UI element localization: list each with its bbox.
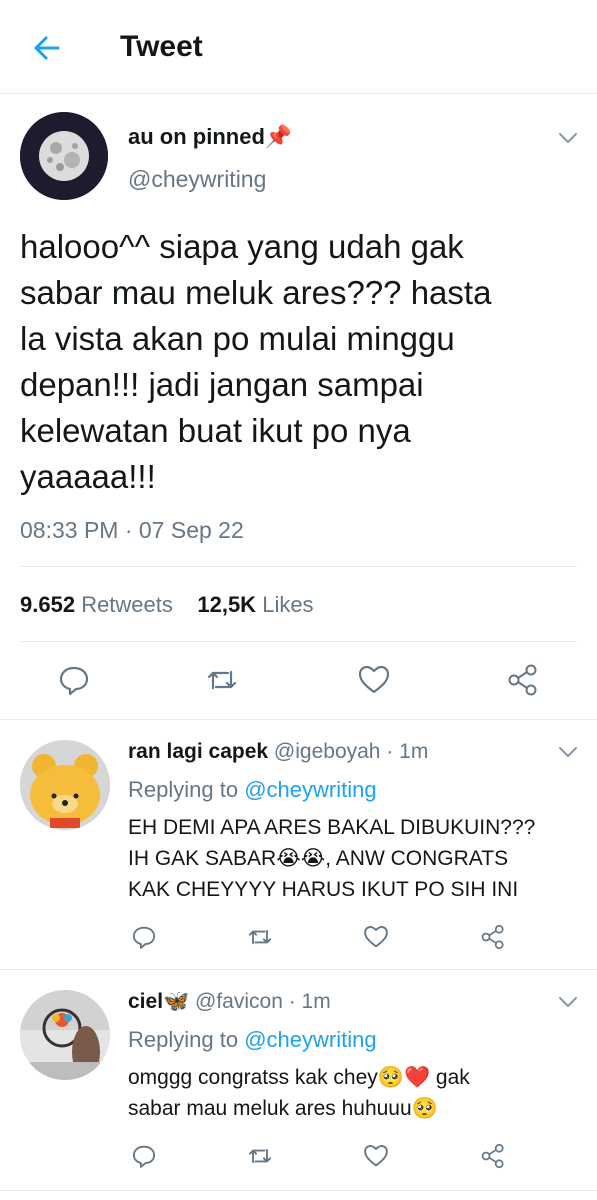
chevron-down-icon[interactable] <box>556 740 580 764</box>
reply-text-line: omggg congratss kak chey🥺❤️ gak <box>128 1066 470 1089</box>
share-icon[interactable] <box>505 662 541 698</box>
replying-prefix: Replying to <box>128 1027 239 1052</box>
avatar[interactable] <box>20 740 110 830</box>
divider <box>20 641 577 642</box>
reply-text-line: KAK CHEYYYY HARUS IKUT PO SIH INI <box>128 878 519 901</box>
tweet-stats: 9.652 Retweets 12,5K Likes <box>20 592 314 618</box>
tweet-text-line: sabar mau meluk ares??? hasta <box>20 274 492 311</box>
divider <box>0 969 597 970</box>
replying-handle-link[interactable]: @cheywriting <box>244 777 376 802</box>
reply-text-line: EH DEMI APA ARES BAKAL DIBUKUIN??? <box>128 816 536 839</box>
reply-icon[interactable] <box>130 1142 158 1170</box>
reply-icon[interactable] <box>56 662 92 698</box>
replying-prefix: Replying to <box>128 777 239 802</box>
tweet-text-line: depan!!! jadi jangan sampai <box>20 366 424 403</box>
user-handle[interactable]: @cheywriting <box>128 166 266 193</box>
top-bar: Tweet <box>0 0 597 94</box>
user-handle[interactable]: @favicon · 1m <box>195 990 331 1013</box>
retweets-count[interactable]: 9.652 <box>20 592 75 617</box>
reply-actions <box>0 1142 597 1172</box>
tweet-text-line: halooo^^ siapa yang udah gak <box>20 228 464 265</box>
reply-header: ran lagi capek @igeboyah · 1m <box>128 740 428 764</box>
replying-to: Replying to @cheywriting <box>128 777 377 803</box>
like-icon[interactable] <box>362 1142 390 1170</box>
page-title: Tweet <box>120 30 203 63</box>
user-name[interactable]: ciel🦋 <box>128 990 189 1013</box>
share-icon[interactable] <box>479 923 507 951</box>
user-name[interactable]: ran lagi capek <box>128 740 268 763</box>
divider <box>0 719 597 720</box>
retweets-label[interactable]: Retweets <box>81 592 173 617</box>
avatar[interactable] <box>20 990 110 1080</box>
like-icon[interactable] <box>362 923 390 951</box>
replying-to: Replying to @cheywriting <box>128 1027 377 1053</box>
retweet-icon[interactable] <box>204 662 240 698</box>
reply-text-line: IH GAK SABAR😭😭, ANW CONGRATS <box>128 847 509 870</box>
retweet-icon[interactable] <box>246 1142 274 1170</box>
tweet-actions <box>0 662 597 702</box>
reply-text-line: sabar mau meluk ares huhuuu🥺 <box>128 1097 438 1120</box>
user-handle[interactable]: @igeboyah · 1m <box>274 740 428 763</box>
retweet-icon[interactable] <box>246 923 274 951</box>
back-arrow-icon[interactable] <box>28 28 68 68</box>
replying-handle-link[interactable]: @cheywriting <box>244 1027 376 1052</box>
divider <box>0 1190 597 1191</box>
avatar[interactable] <box>20 112 108 200</box>
tweet-text: halooo^^ siapa yang udah gak sabar mau m… <box>20 224 580 500</box>
tweet-timestamp: 08:33 PM · 07 Sep 22 <box>20 517 244 543</box>
reply-icon[interactable] <box>130 923 158 951</box>
tweet-text-line: la vista akan po mulai minggu <box>20 320 455 357</box>
reply-actions <box>0 923 597 953</box>
divider <box>20 566 577 567</box>
chevron-down-icon[interactable] <box>556 990 580 1014</box>
chevron-down-icon[interactable] <box>556 126 580 150</box>
user-name[interactable]: au on pinned📌 <box>128 124 292 150</box>
share-icon[interactable] <box>479 1142 507 1170</box>
likes-label[interactable]: Likes <box>262 592 313 617</box>
reply-text: EH DEMI APA ARES BAKAL DIBUKUIN??? IH GA… <box>128 812 568 905</box>
tweet-text-line: yaaaaa!!! <box>20 458 156 495</box>
reply-text: omggg congratss kak chey🥺❤️ gak sabar ma… <box>128 1062 568 1124</box>
like-icon[interactable] <box>356 662 392 698</box>
likes-count[interactable]: 12,5K <box>197 592 256 617</box>
tweet-text-line: kelewatan buat ikut po nya <box>20 412 411 449</box>
reply-header: ciel🦋 @favicon · 1m <box>128 990 331 1014</box>
